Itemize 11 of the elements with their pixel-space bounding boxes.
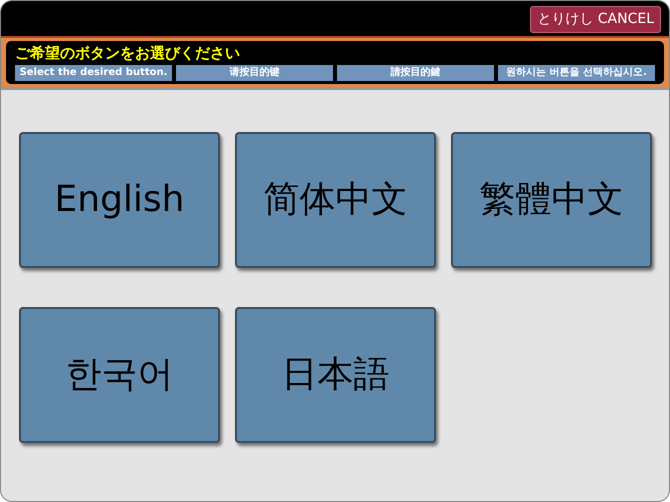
language-button[interactable]: 简体中文 <box>235 132 436 268</box>
prompt-title: ご希望のボタンをお選びください <box>15 43 241 63</box>
translation-label: 원하시는 버튼을 선택하십시오. <box>498 65 655 81</box>
language-button[interactable]: 繁體中文 <box>451 132 652 268</box>
language-button[interactable]: English <box>19 132 220 268</box>
translation-label: 请按目的键 <box>176 65 333 81</box>
cancel-button[interactable]: とりけし CANCEL <box>530 6 661 33</box>
translation-label: Select the desired button. <box>15 65 172 81</box>
language-button[interactable]: 日本語 <box>235 307 436 443</box>
language-button[interactable]: 한국어 <box>19 307 220 443</box>
translation-label: 請按目的鍵 <box>337 65 494 81</box>
